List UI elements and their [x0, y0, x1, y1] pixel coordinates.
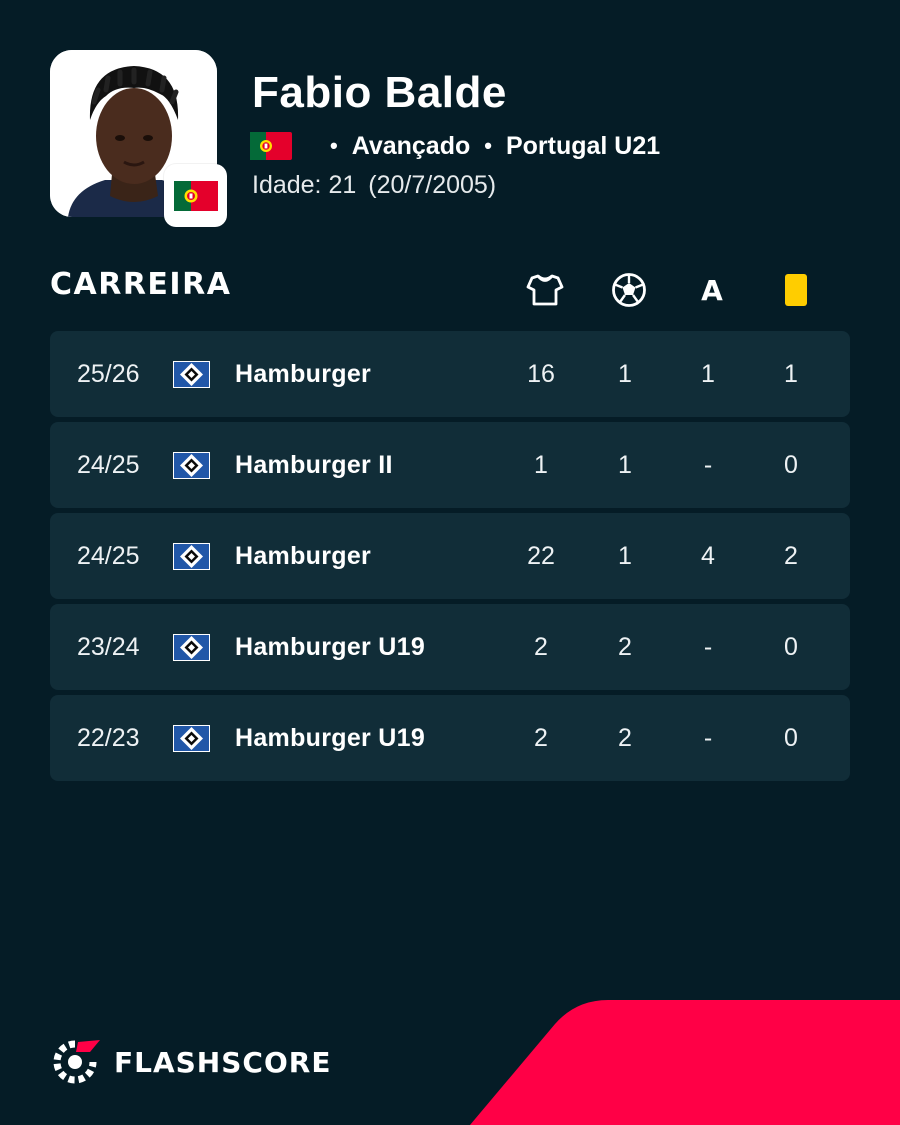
yellow-cards: 2: [784, 541, 798, 570]
club-name: Hamburger: [235, 359, 372, 388]
yellow-cards: 1: [784, 359, 798, 388]
career-title: CARREIRA: [50, 267, 232, 302]
appearances: 2: [534, 723, 548, 752]
goals: 1: [618, 450, 632, 479]
season: 24/25: [77, 450, 140, 479]
assists: -: [703, 723, 713, 752]
player-position: Avançado: [351, 131, 471, 160]
season: 23/24: [77, 632, 140, 661]
nationality-flag-badge: [164, 164, 227, 227]
age-label: Idade: 21: [252, 171, 357, 199]
birth-date: (20/7/2005): [368, 171, 497, 199]
football-icon: [609, 270, 649, 310]
hamburger-sv-logo-icon: [173, 604, 210, 690]
player-meta: • Avançado • Portugal U21: [250, 128, 660, 164]
career-row[interactable]: 25/26 Hamburger 16 1 1 1: [50, 331, 850, 417]
player-age: Idade: 21 (20/7/2005): [252, 171, 496, 200]
flashscore-logo-icon: [53, 1040, 100, 1084]
assists: 1: [701, 359, 715, 388]
goals: 1: [618, 541, 632, 570]
season: 24/25: [77, 541, 140, 570]
club-name: Hamburger: [235, 541, 372, 570]
goals: 2: [618, 632, 632, 661]
season: 25/26: [77, 359, 140, 388]
club-name: Hamburger U19: [235, 723, 426, 752]
flashscore-brand: FLASHSCORE: [50, 1038, 331, 1086]
decorative-red-shape: [470, 1000, 900, 1125]
assists: 4: [701, 541, 715, 570]
goals: 1: [618, 359, 632, 388]
yellow-card-icon: [776, 270, 816, 310]
club-name: Hamburger II: [235, 450, 393, 479]
assists-icon: A: [701, 273, 723, 307]
assists: -: [703, 450, 713, 479]
career-row[interactable]: 23/24 Hamburger U19 2 2 - 0: [50, 604, 850, 690]
hamburger-sv-logo-icon: [173, 513, 210, 599]
yellow-cards: 0: [784, 632, 798, 661]
player-team: Portugal U21: [505, 131, 661, 160]
season: 22/23: [77, 723, 140, 752]
hamburger-sv-logo-icon: [173, 331, 210, 417]
career-row[interactable]: 24/25 Hamburger 22 1 4 2: [50, 513, 850, 599]
separator-dot: •: [330, 133, 338, 158]
appearances: 16: [527, 359, 555, 388]
portugal-flag-icon: [250, 132, 292, 160]
brand-name: FLASHSCORE: [114, 1045, 332, 1079]
yellow-cards: 0: [784, 723, 798, 752]
separator-dot: •: [484, 133, 492, 158]
career-row[interactable]: 22/23 Hamburger U19 2 2 - 0: [50, 695, 850, 781]
jersey-icon: [525, 270, 565, 310]
portugal-flag-icon: [173, 180, 218, 211]
appearances: 1: [534, 450, 548, 479]
club-name: Hamburger U19: [235, 632, 426, 661]
career-row[interactable]: 24/25 Hamburger II 1 1 - 0: [50, 422, 850, 508]
appearances: 22: [527, 541, 555, 570]
yellow-cards: 0: [784, 450, 798, 479]
hamburger-sv-logo-icon: [173, 422, 210, 508]
assists: -: [703, 632, 713, 661]
player-name: Fabio Balde: [252, 68, 507, 117]
hamburger-sv-logo-icon: [173, 695, 210, 781]
appearances: 2: [534, 632, 548, 661]
goals: 2: [618, 723, 632, 752]
